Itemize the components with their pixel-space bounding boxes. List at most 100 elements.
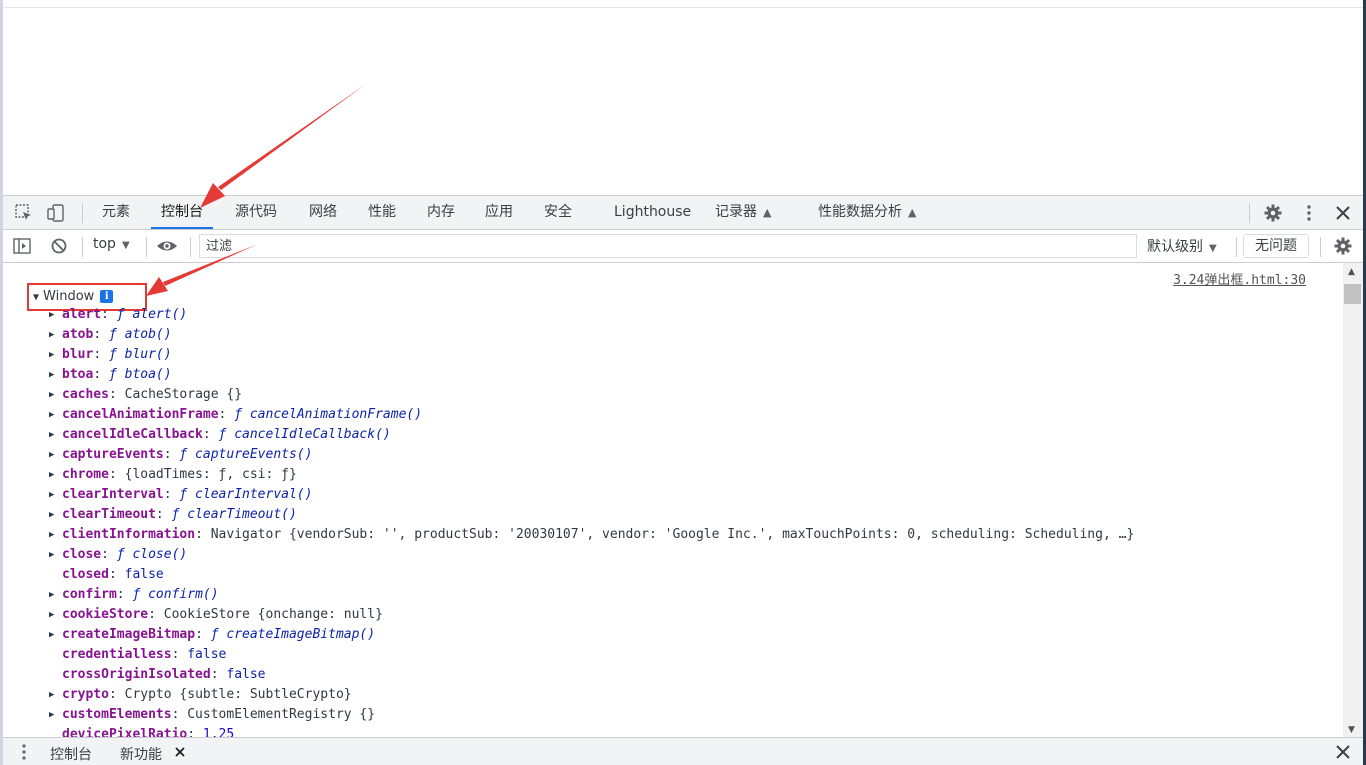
collapsed-triangle-icon[interactable]: ▶ (49, 345, 54, 365)
collapsed-triangle-icon[interactable]: ▶ (49, 705, 54, 725)
property-value: : {loadTimes: ƒ, csi: ƒ} (108, 467, 297, 482)
property-value: : false (210, 667, 266, 682)
property-key: chrome (62, 467, 109, 482)
toolbar-separator (1236, 237, 1237, 257)
close-devtools-icon[interactable] (1334, 204, 1352, 222)
property-value: : ƒ atob() (93, 327, 172, 342)
more-options-icon[interactable] (1300, 204, 1318, 222)
context-selector[interactable]: top ▼ (93, 236, 130, 252)
collapsed-triangle-icon[interactable]: ▶ (49, 625, 54, 645)
property-value: : CustomElementRegistry {} (171, 707, 376, 722)
log-levels-dropdown[interactable]: 默认级别 ▼ (1147, 236, 1217, 256)
info-icon[interactable]: i (100, 290, 114, 303)
drawer-tab-whats-new[interactable]: 新功能 (120, 744, 162, 764)
property-key: closed (62, 567, 109, 582)
log-levels-label: 默认级别 (1147, 239, 1203, 255)
property-key: clientInformation (62, 527, 196, 542)
inspect-element-icon[interactable] (15, 204, 33, 222)
scroll-up-arrow-icon[interactable]: ▲ (1348, 267, 1355, 277)
issues-button[interactable]: 无问题 (1243, 234, 1309, 258)
collapsed-triangle-icon[interactable]: ▶ (49, 685, 54, 705)
chevron-down-icon: ▼ (1209, 243, 1217, 254)
tab-network[interactable]: 网络 (309, 196, 337, 229)
property-key: crossOriginIsolated (62, 667, 211, 682)
drawer-tab-console[interactable]: 控制台 (50, 744, 92, 764)
vertical-scrollbar[interactable]: ▲ ▼ (1343, 263, 1363, 737)
property-key: customElements (62, 707, 172, 722)
property-value: : ƒ blur() (93, 347, 172, 362)
tab-memory[interactable]: 内存 (427, 196, 455, 229)
tab-elements[interactable]: 元素 (102, 196, 130, 229)
sidebar-toggle-icon[interactable] (13, 237, 31, 255)
property-key: btoa (62, 367, 94, 382)
collapsed-triangle-icon[interactable]: ▶ (49, 545, 54, 565)
tab-sources[interactable]: 源代码 (235, 196, 277, 229)
clear-console-icon[interactable] (50, 237, 68, 255)
property-key: captureEvents (62, 447, 164, 462)
device-toolbar-icon[interactable] (47, 204, 65, 222)
toolbar-separator (82, 237, 83, 257)
property-value: : Crypto {subtle: SubtleCrypto} (108, 687, 352, 702)
scrollbar-thumb[interactable] (1344, 284, 1361, 304)
live-expression-eye-icon[interactable] (156, 237, 178, 255)
property-value: : ƒ cancelAnimationFrame() (218, 407, 423, 422)
chevron-down-icon: ▼ (121, 240, 130, 251)
collapsed-triangle-icon[interactable]: ▶ (49, 325, 54, 345)
window-object-toggle[interactable]: ▼ Window i (33, 287, 114, 307)
property-key: createImageBitmap (62, 627, 196, 642)
collapsed-triangle-icon[interactable]: ▶ (49, 365, 54, 385)
toolbar-separator (190, 237, 191, 257)
property-value: : ƒ clearTimeout() (155, 507, 297, 522)
drawer-menu-icon[interactable] (15, 743, 33, 761)
tab-performance-insights[interactable]: 性能数据分析 ▲ (818, 196, 916, 229)
collapsed-triangle-icon[interactable]: ▶ (49, 385, 54, 405)
property-value: : ƒ btoa() (93, 367, 172, 382)
collapsed-triangle-icon[interactable]: ▶ (49, 585, 54, 605)
console-filter-box[interactable] (199, 234, 1137, 258)
tab-application[interactable]: 应用 (485, 196, 513, 229)
toolbar-separator (1320, 237, 1321, 257)
collapsed-triangle-icon[interactable]: ▶ (49, 465, 54, 485)
collapsed-triangle-icon[interactable]: ▶ (49, 605, 54, 625)
property-value: : CookieStore {onchange: null} (148, 607, 383, 622)
devtools-main-toolbar: 元素 控制台 源代码 网络 性能 内存 应用 安全 Lighthouse 记录器… (3, 195, 1363, 230)
property-key: cancelAnimationFrame (62, 407, 219, 422)
property-key: atob (62, 327, 94, 342)
collapsed-triangle-icon[interactable]: ▶ (49, 525, 54, 545)
tab-console[interactable]: 控制台 (151, 196, 213, 229)
filter-input[interactable] (200, 235, 1136, 258)
property-value: : ƒ clearInterval() (163, 487, 313, 502)
tab-recorder-label: 记录器 (715, 204, 757, 220)
collapsed-triangle-icon[interactable]: ▶ (49, 425, 54, 445)
property-key: credentialless (62, 647, 172, 662)
page-divider (0, 7, 1366, 8)
settings-gear-icon[interactable] (1264, 204, 1282, 222)
property-key: close (62, 547, 102, 562)
tab-security[interactable]: 安全 (544, 196, 572, 229)
collapsed-triangle-icon[interactable]: ▶ (49, 405, 54, 425)
property-key: clearTimeout (62, 507, 156, 522)
source-location-link[interactable]: 3.24弹出框.html:30 (1173, 269, 1306, 288)
property-value: : 1.25 (187, 727, 235, 737)
property-key: cookieStore (62, 607, 149, 622)
close-drawer-tab-icon[interactable] (173, 744, 187, 758)
tab-performance[interactable]: 性能 (368, 196, 396, 229)
property-key: clearInterval (62, 487, 164, 502)
console-output: 3.24弹出框.html:30 ▼ Window i ▶ alert: ƒ alert… (3, 263, 1343, 737)
scroll-down-arrow-icon[interactable]: ▼ (1348, 725, 1355, 735)
collapsed-triangle-icon[interactable]: ▶ (49, 485, 54, 505)
tab-recorder[interactable]: 记录器 ▲ (715, 196, 771, 229)
collapsed-triangle-icon[interactable]: ▶ (49, 505, 54, 525)
property-value: : ƒ close() (101, 547, 188, 562)
property-value: : ƒ cancelIdleCallback() (202, 427, 391, 442)
tab-lighthouse[interactable]: Lighthouse (614, 196, 691, 229)
expanded-triangle-icon: ▼ (33, 292, 40, 303)
collapsed-triangle-icon[interactable]: ▶ (49, 305, 54, 325)
collapsed-triangle-icon[interactable]: ▶ (49, 445, 54, 465)
property-value: : Navigator {vendorSub: '', productSub: … (195, 527, 1135, 542)
property-key: confirm (62, 587, 117, 602)
close-drawer-icon[interactable] (1334, 743, 1352, 761)
console-toolbar: top ▼ 默认级别 ▼ 无问题 (3, 230, 1363, 263)
console-settings-gear-icon[interactable] (1334, 237, 1352, 255)
experiment-flask-icon: ▲ (908, 206, 917, 219)
